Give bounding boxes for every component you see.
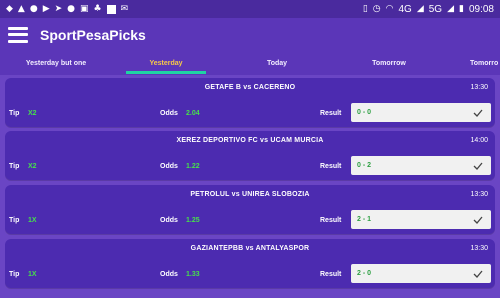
tab-yesterday-but-one[interactable]: Yesterday but one — [0, 51, 112, 75]
pin-icon: ● — [67, 3, 76, 14]
odds-label: Odds — [160, 163, 178, 170]
app-header: SportPesaPicks — [0, 18, 500, 51]
check-icon — [473, 161, 483, 171]
telegram-icon: ➤ — [54, 3, 63, 14]
clock: 09:08 — [468, 3, 494, 15]
tip-label: Tip — [9, 110, 20, 117]
odds-label: Odds — [160, 271, 178, 278]
match-card[interactable]: GAZIANTEPBB vs ANTALYASPOR 13:30 Tip 1X … — [5, 239, 495, 288]
signal-icon: ◢ — [416, 3, 424, 14]
result-score: 0 - 2 — [357, 162, 372, 169]
odds-label: Odds — [160, 110, 178, 117]
active-tab-indicator — [126, 71, 206, 74]
result-field: 0 - 0 — [351, 103, 491, 122]
tip-value: 1X — [28, 271, 37, 278]
image-icon: ▣ — [80, 3, 89, 14]
fire-icon: ▲ — [17, 3, 25, 14]
tab-tomorrow-overflow[interactable]: Tomorro — [444, 51, 500, 75]
usb-icon: ♣ — [93, 3, 102, 14]
match-card[interactable]: XEREZ DEPORTIVO FC vs UCAM MURCIA 14:00 … — [5, 131, 495, 180]
result-field: 2 - 0 — [351, 264, 491, 283]
result-label: Result — [320, 217, 342, 224]
status-bar: ◆ ▲ ● ▶ ➤ ● ▣ ♣ ✉ ▯ ◷ ◠ 4G ◢ 5G ◢ ▮ 09:0… — [0, 0, 500, 18]
result-score: 0 - 0 — [357, 109, 372, 116]
status-bar-right: ▯ ◷ ◠ 4G ◢ 5G ◢ ▮ 09:08 — [363, 4, 494, 15]
network-label-2: 5G — [428, 3, 443, 15]
location-icon: ● — [29, 3, 38, 14]
check-icon — [473, 269, 483, 279]
match-teams: PETROLUL vs UNIREA SLOBOZIA — [190, 191, 310, 198]
status-bar-left: ◆ ▲ ● ▶ ➤ ● ▣ ♣ ✉ — [6, 3, 129, 14]
result-field: 2 - 1 — [351, 210, 491, 229]
check-icon — [473, 108, 483, 118]
tip-value: X2 — [28, 110, 37, 117]
network-label: 4G — [398, 3, 412, 15]
mail-icon: ✉ — [120, 3, 129, 14]
odds-value: 2.04 — [186, 110, 200, 117]
match-teams: GETAFE B vs CACERENO — [204, 84, 296, 91]
tip-value: 1X — [28, 217, 37, 224]
match-time: 13:30 — [470, 245, 488, 252]
odds-label: Odds — [160, 217, 178, 224]
youtube-icon: ▶ — [42, 3, 50, 14]
square-icon — [106, 4, 116, 14]
match-card[interactable]: PETROLUL vs UNIREA SLOBOZIA 13:30 Tip 1X… — [5, 185, 495, 234]
check-icon — [473, 215, 483, 225]
battery-icon: ▮ — [459, 3, 464, 14]
odds-value: 1.25 — [186, 217, 200, 224]
odds-value: 1.22 — [186, 163, 200, 170]
result-label: Result — [320, 271, 342, 278]
result-label: Result — [320, 163, 342, 170]
result-score: 2 - 0 — [357, 270, 372, 277]
result-label: Result — [320, 110, 342, 117]
match-time: 13:30 — [470, 191, 488, 198]
result-field: 0 - 2 — [351, 156, 491, 175]
menu-icon[interactable] — [8, 26, 28, 43]
odds-value: 1.33 — [186, 271, 200, 278]
signal-icon-2: ◢ — [447, 3, 455, 14]
tip-label: Tip — [9, 271, 20, 278]
tip-value: X2 — [28, 163, 37, 170]
wifi-icon: ◠ — [385, 3, 394, 14]
vibrate-icon: ▯ — [362, 3, 368, 14]
tab-today[interactable]: Today — [220, 51, 334, 75]
notification-icon: ◆ — [6, 3, 13, 14]
result-score: 2 - 1 — [357, 216, 372, 223]
match-card[interactable]: GETAFE B vs CACERENO 13:30 Tip X2 Odds 2… — [5, 78, 495, 127]
match-teams: XEREZ DEPORTIVO FC vs UCAM MURCIA — [176, 137, 324, 144]
match-time: 14:00 — [470, 137, 488, 144]
tip-label: Tip — [9, 217, 20, 224]
match-time: 13:30 — [470, 84, 488, 91]
tip-label: Tip — [9, 163, 20, 170]
app-title: SportPesaPicks — [40, 26, 146, 43]
date-tabs: Yesterday but one Yesterday Today Tomorr… — [0, 51, 500, 75]
match-teams: GAZIANTEPBB vs ANTALYASPOR — [190, 245, 310, 252]
tab-tomorrow[interactable]: Tomorrow — [334, 51, 444, 75]
alarm-icon: ◷ — [372, 3, 381, 14]
